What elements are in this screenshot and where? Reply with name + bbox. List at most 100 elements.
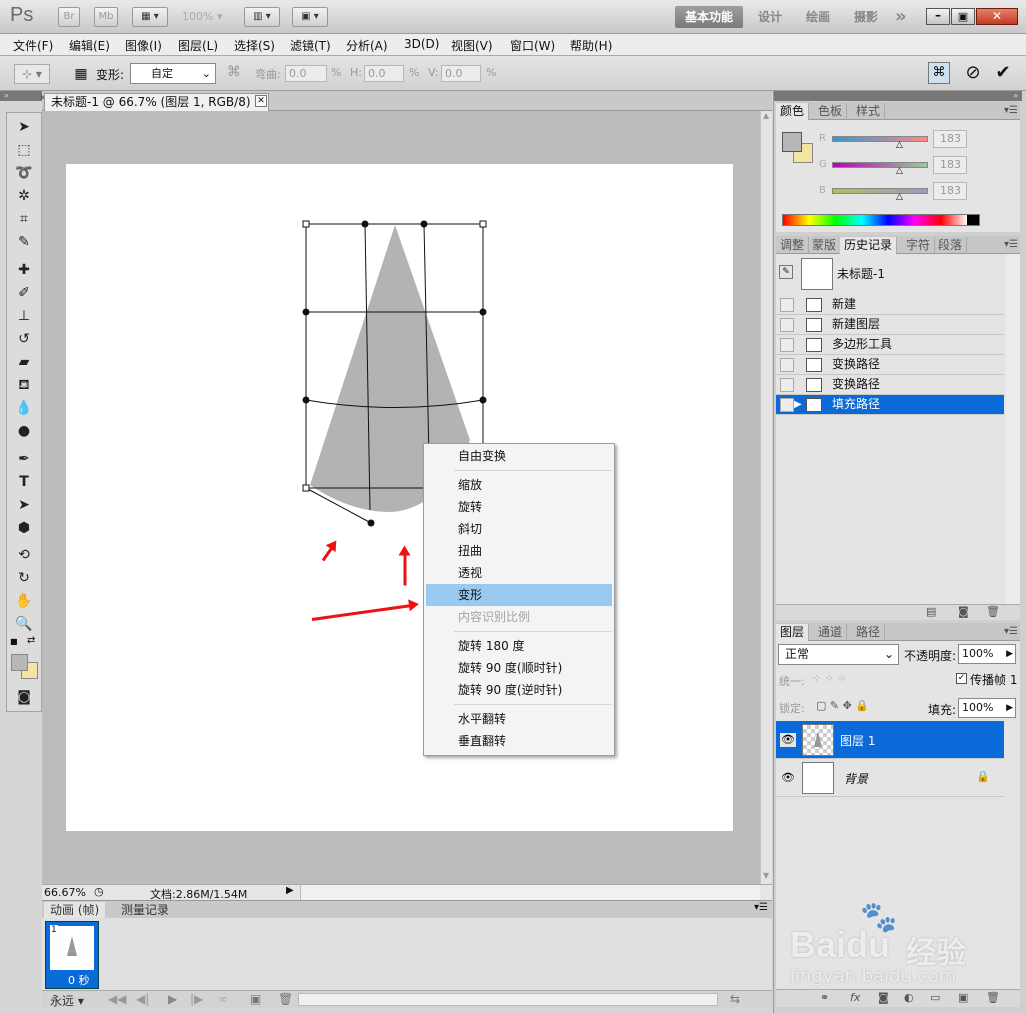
new-document-from-state-icon[interactable]: ▤ bbox=[926, 605, 936, 618]
warp-grid-overlay[interactable] bbox=[42, 111, 760, 884]
v-distortion-input[interactable]: 0.0 bbox=[441, 65, 481, 82]
bridge-button[interactable]: Br bbox=[58, 7, 80, 27]
crop-tool-icon[interactable]: ⌗ bbox=[12, 209, 36, 229]
history-snapshot-brush-icon[interactable]: ✎ bbox=[779, 265, 793, 279]
new-snapshot-icon[interactable]: ◙ bbox=[958, 605, 969, 618]
layer-row-background[interactable]: 👁 背景 🔒 bbox=[776, 759, 1004, 797]
quick-selection-tool-icon[interactable]: ✲ bbox=[12, 186, 36, 206]
history-source-checkbox[interactable] bbox=[780, 338, 794, 352]
history-source-checkbox[interactable] bbox=[780, 318, 794, 332]
menu-file[interactable]: 文件(F) bbox=[13, 37, 53, 54]
tool-preset-picker[interactable]: ⊹ ▾ bbox=[14, 64, 50, 84]
menu-item-rotate-90-cw[interactable]: 旋转 90 度(顺时针) bbox=[426, 657, 612, 679]
eraser-tool-icon[interactable]: ▰ bbox=[12, 352, 36, 372]
menu-item-skew[interactable]: 斜切 bbox=[426, 518, 612, 540]
history-source-checkbox[interactable] bbox=[780, 378, 794, 392]
frame-delay[interactable]: 0 秒 bbox=[68, 972, 90, 988]
switch-transform-mode-icon[interactable]: ⌘ bbox=[928, 62, 950, 84]
brush-tool-icon[interactable]: ✐ bbox=[12, 283, 36, 303]
menu-3d[interactable]: 3D(D) bbox=[404, 37, 439, 51]
quick-mask-icon[interactable]: ◙ bbox=[12, 687, 36, 707]
tab-channels[interactable]: 通道 bbox=[814, 624, 848, 641]
menu-item-perspective[interactable]: 透视 bbox=[426, 562, 612, 584]
path-selection-tool-icon[interactable]: ➤ bbox=[12, 495, 36, 515]
swap-colors-icon[interactable]: ⇄ bbox=[27, 635, 35, 646]
menu-item-rotate-90-ccw[interactable]: 旋转 90 度(逆时针) bbox=[426, 679, 612, 701]
unify-icons[interactable]: ⁘ ⁘ ⁘ bbox=[812, 672, 847, 685]
tab-measurement-log[interactable]: 测量记录 bbox=[115, 902, 175, 919]
previous-frame-icon[interactable]: ◀| bbox=[136, 992, 149, 1006]
history-source-checkbox[interactable] bbox=[780, 398, 794, 412]
history-item[interactable]: 新建图层 bbox=[776, 315, 1004, 335]
channel-b-input[interactable]: 183 bbox=[933, 182, 967, 200]
move-tool-icon[interactable]: ➤ bbox=[12, 117, 36, 137]
history-brush-tool-icon[interactable]: ↺ bbox=[12, 329, 36, 349]
blend-mode-select[interactable]: 正常 ⌄ bbox=[778, 644, 899, 665]
right-dock-header[interactable]: » bbox=[774, 91, 1022, 101]
workspace-active-button[interactable]: 基本功能 bbox=[675, 6, 743, 28]
menu-window[interactable]: 窗口(W) bbox=[510, 37, 555, 54]
loop-options-select[interactable]: 永远 ▾ bbox=[50, 992, 84, 1009]
close-tab-icon[interactable]: ✕ bbox=[255, 95, 267, 107]
slider-thumb-icon[interactable]: △ bbox=[896, 166, 903, 176]
history-item[interactable]: 填充路径 ▶ bbox=[776, 395, 1004, 415]
animation-frame[interactable]: 1 0 秒 bbox=[45, 921, 99, 989]
menu-select[interactable]: 选择(S) bbox=[234, 37, 275, 54]
history-item[interactable]: 变换路径 bbox=[776, 355, 1004, 375]
foreground-color-swatch[interactable] bbox=[11, 654, 28, 671]
more-workspaces-icon[interactable]: » bbox=[895, 6, 907, 28]
scroll-down-icon[interactable]: ▼ bbox=[763, 871, 769, 880]
history-state-slider-icon[interactable]: ▶ bbox=[794, 395, 802, 414]
clone-stamp-tool-icon[interactable]: ⊥ bbox=[12, 306, 36, 326]
fill-input[interactable]: 100% ▶ bbox=[958, 698, 1016, 718]
menu-filter[interactable]: 滤镜(T) bbox=[290, 37, 331, 54]
canvas-work-area[interactable] bbox=[42, 111, 760, 884]
menu-item-scale[interactable]: 缩放 bbox=[426, 474, 612, 496]
next-frame-icon[interactable]: |▶ bbox=[190, 992, 203, 1006]
vertical-scrollbar[interactable]: ▲ ▼ bbox=[760, 111, 772, 884]
h-distortion-input[interactable]: 0.0 bbox=[364, 65, 404, 82]
tab-paths[interactable]: 路径 bbox=[852, 624, 886, 641]
tab-masks[interactable]: 蒙版 bbox=[808, 237, 842, 254]
history-snapshot-thumbnail[interactable] bbox=[801, 258, 833, 290]
slider-thumb-icon[interactable]: △ bbox=[896, 192, 903, 202]
history-item[interactable]: 新建 bbox=[776, 295, 1004, 315]
blur-tool-icon[interactable]: 💧 bbox=[12, 398, 36, 418]
tab-color[interactable]: 颜色 bbox=[776, 103, 810, 120]
menu-item-flip-horizontal[interactable]: 水平翻转 bbox=[426, 708, 612, 730]
cancel-transform-icon[interactable]: ⊘ bbox=[962, 62, 984, 84]
menu-image[interactable]: 图像(I) bbox=[125, 37, 162, 54]
shape-tool-icon[interactable]: ⬢ bbox=[12, 518, 36, 538]
layer-name[interactable]: 图层 1 bbox=[840, 732, 875, 749]
mini-bridge-button[interactable]: Mb bbox=[94, 7, 118, 27]
layer-row-layer1[interactable]: 👁 图层 1 bbox=[776, 721, 1004, 759]
maximize-button[interactable]: ▣ bbox=[951, 8, 975, 25]
tab-layers[interactable]: 图层 bbox=[776, 624, 810, 641]
menu-item-warp[interactable]: 变形 bbox=[426, 584, 612, 606]
history-source-checkbox[interactable] bbox=[780, 298, 794, 312]
menu-help[interactable]: 帮助(H) bbox=[570, 37, 612, 54]
history-source-checkbox[interactable] bbox=[780, 358, 794, 372]
tab-paragraph[interactable]: 段落 bbox=[934, 237, 968, 254]
menu-edit[interactable]: 编辑(E) bbox=[69, 37, 110, 54]
3d-rotate-tool-icon[interactable]: ⟲ bbox=[12, 545, 36, 565]
channel-r-slider[interactable] bbox=[832, 136, 928, 142]
panel-menu-icon[interactable]: ▾☰ bbox=[754, 902, 768, 913]
marquee-tool-icon[interactable]: ⬚ bbox=[12, 140, 36, 160]
scroll-up-icon[interactable]: ▲ bbox=[763, 111, 769, 120]
change-orientation-icon[interactable]: ⌘ bbox=[227, 64, 241, 80]
pen-tool-icon[interactable]: ✒ bbox=[12, 449, 36, 469]
close-window-button[interactable]: ✕ bbox=[976, 8, 1018, 25]
reference-point-icon[interactable]: ▦ bbox=[72, 65, 90, 83]
panel-menu-icon[interactable]: ▾☰ bbox=[1000, 624, 1022, 641]
color-panel-fg-swatch[interactable] bbox=[782, 132, 802, 152]
history-snapshot-label[interactable]: 未标题-1 bbox=[837, 265, 885, 282]
eyedropper-tool-icon[interactable]: ✎ bbox=[12, 232, 36, 252]
history-item[interactable]: 多边形工具 bbox=[776, 335, 1004, 355]
first-frame-icon[interactable]: ◀◀ bbox=[108, 992, 126, 1006]
3d-orbit-tool-icon[interactable]: ↻ bbox=[12, 568, 36, 588]
history-item[interactable]: 变换路径 bbox=[776, 375, 1004, 395]
layer-name[interactable]: 背景 bbox=[844, 770, 868, 787]
delete-state-icon[interactable]: 🗑 bbox=[986, 605, 1000, 618]
status-menu-icon[interactable]: ◷ bbox=[94, 885, 104, 898]
